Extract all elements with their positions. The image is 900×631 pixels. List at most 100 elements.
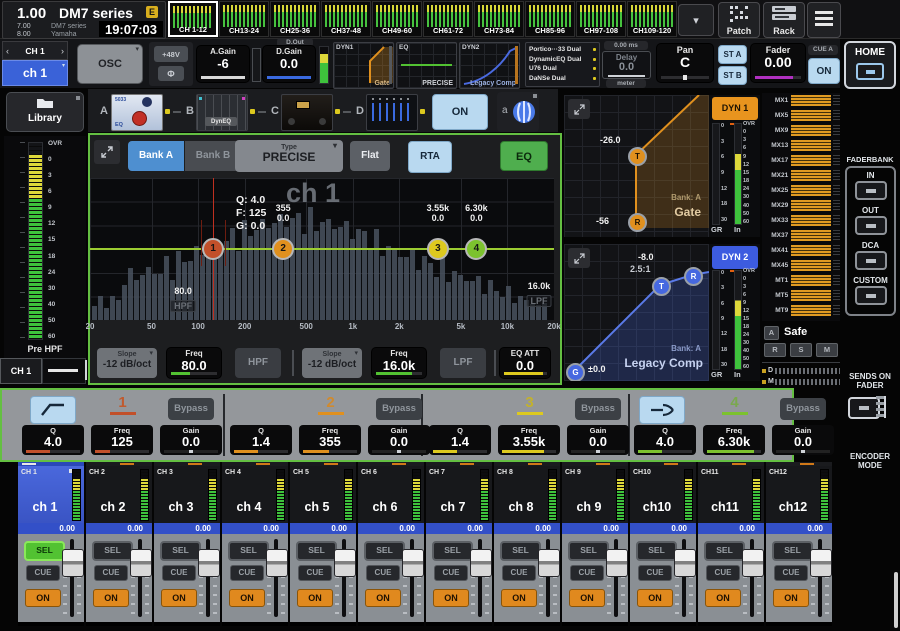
insert-slot-a[interactable]: 5033 EQ (111, 94, 163, 131)
eq-thumbnail[interactable]: EQ PRECISE (396, 42, 457, 89)
rack-button[interactable]: Rack (763, 2, 805, 38)
channel-strip[interactable]: CH 7 ch 7 0.00 SEL CUE ON (426, 462, 492, 626)
bank-a-tab[interactable]: Bank A (128, 141, 184, 171)
strip-header[interactable]: CH 3 ch 3 (154, 466, 220, 523)
strip-on-button[interactable]: ON (501, 589, 537, 607)
channel-strip[interactable]: CH 6 ch 6 0.00 SEL CUE ON (358, 462, 424, 626)
strip-header[interactable]: CH 6 ch 6 (358, 466, 424, 523)
strip-sel-button[interactable]: SEL (500, 541, 541, 561)
insert-on-button[interactable]: ON (432, 94, 488, 130)
lpf-freq-box[interactable]: Freq 16.0k (372, 348, 426, 378)
flat-button[interactable]: Flat (350, 141, 390, 171)
left-channel-tab[interactable]: CH 1 (0, 358, 42, 384)
strip-fader-cap[interactable] (334, 549, 356, 577)
strip-on-button[interactable]: ON (433, 589, 469, 607)
strip-sel-button[interactable]: SEL (704, 541, 745, 561)
band-gain-box[interactable]: Gain0.0 (160, 425, 222, 455)
insert-slot-c[interactable] (281, 94, 333, 131)
meter-bank-tab[interactable]: CH13-24 (219, 1, 269, 37)
strip-header[interactable]: CH 7 ch 7 (426, 466, 492, 523)
channel-strip[interactable]: CH11 ch11 0.00 SEL CUE ON (698, 462, 764, 626)
lpf-on-button[interactable]: LPF (440, 348, 486, 378)
strip-cue-button[interactable]: CUE (638, 565, 672, 581)
comp-gain-handle[interactable]: G (566, 363, 585, 381)
meter-bank-tab[interactable]: CH61-72 (423, 1, 473, 37)
strip-sel-button[interactable]: SEL (568, 541, 609, 561)
hpf-marker[interactable]: 80.0 HPF (170, 286, 196, 314)
comp-expand-button[interactable] (568, 248, 590, 268)
comp-threshold-handle[interactable]: T (652, 277, 671, 296)
safe-a-badge[interactable]: A (764, 326, 779, 340)
strip-cue-button[interactable]: CUE (94, 565, 128, 581)
eq-band-handle-1[interactable]: 1 (202, 238, 224, 260)
faderbank-item-button[interactable] (855, 251, 887, 270)
meter-bank-tab[interactable]: CH73-84 (474, 1, 524, 37)
strip-sel-button[interactable]: SEL (636, 541, 677, 561)
faderbank-item-button[interactable] (855, 216, 887, 235)
band-q-box[interactable]: Q4.0 (22, 425, 84, 455)
hpf-slope-dropdown[interactable]: Slope -12 dB/oct ▾ (97, 348, 157, 378)
meter-bank-tab[interactable]: CH85-96 (525, 1, 575, 37)
strip-fader-cap[interactable] (810, 549, 832, 577)
eq-graph[interactable]: ch 1 Q: 4.0F: 125G: 0.0 80.0 HPF 16.0k L… (90, 178, 554, 320)
dyn2-button[interactable]: DYN 2 (712, 246, 758, 269)
gate-graph[interactable]: -26.0 T -56 R Bank: A Gate (564, 95, 709, 237)
mute-safe-button[interactable]: M (816, 343, 838, 357)
band-q-box[interactable]: Q1.4 (429, 425, 491, 455)
strip-on-button[interactable]: ON (93, 589, 129, 607)
strip-sel-button[interactable]: SEL (228, 541, 269, 561)
st-b-button[interactable]: ST B (718, 66, 747, 85)
strip-header[interactable]: CH 9 ch 9 (562, 466, 628, 523)
strip-on-button[interactable]: ON (229, 589, 265, 607)
osc-button[interactable]: OSC ▾ (77, 44, 143, 84)
strip-cue-button[interactable]: CUE (162, 565, 196, 581)
recall-safe-button[interactable]: R (764, 343, 786, 357)
fader-value-box[interactable]: Fader 0.00 (751, 44, 805, 82)
faderbank-item[interactable]: IN (847, 171, 894, 200)
band-freq-box[interactable]: Freq355 (299, 425, 361, 455)
band-freq-box[interactable]: Freq125 (91, 425, 153, 455)
strip-fader-cap[interactable] (62, 549, 84, 577)
faderbank-item-button[interactable] (855, 286, 887, 305)
strip-cue-button[interactable]: CUE (502, 565, 536, 581)
scene-display[interactable]: 1.00 DM7 series E 7.00 8.00 DM7 series Y… (2, 1, 166, 39)
delay-box[interactable]: Delay 0.0 (602, 51, 651, 79)
channel-strip[interactable]: CH 1 ch 1 0.00 SEL CUE ON (18, 462, 84, 626)
strip-sel-button[interactable]: SEL (364, 541, 405, 561)
vertical-scrollbar[interactable] (894, 572, 898, 628)
strip-cue-button[interactable]: CUE (774, 565, 808, 581)
strip-header[interactable]: CH 8 ch 8 (494, 466, 560, 523)
channel-strip[interactable]: CH 8 ch 8 0.00 SEL CUE ON (494, 462, 560, 626)
channel-strip[interactable]: CH 5 ch 5 0.00 SEL CUE ON (290, 462, 356, 626)
band-gain-box[interactable]: Gain0.0 (772, 425, 834, 455)
strip-header[interactable]: CH10 ch10 (630, 466, 696, 523)
strip-cue-button[interactable]: CUE (706, 565, 740, 581)
eq-type-dropdown[interactable]: Type PRECISE ▾ (235, 140, 343, 172)
strip-cue-button[interactable]: CUE (298, 565, 332, 581)
channel-on-button[interactable]: ON (808, 58, 840, 84)
eq-expand-button[interactable] (94, 140, 120, 164)
strip-cue-button[interactable]: CUE (366, 565, 400, 581)
strip-on-button[interactable]: ON (569, 589, 605, 607)
plugin-list[interactable]: Portico···33 Dual DynamicEQ Dual U76 Dua… (525, 42, 600, 87)
home-button[interactable]: HOME (844, 41, 896, 89)
strip-header[interactable]: CH12 ch12 (766, 466, 832, 523)
dyn1-button[interactable]: DYN 1 (712, 97, 758, 120)
dyn1-thumbnail[interactable]: DYN1 Gate (333, 42, 394, 89)
strip-fader-cap[interactable] (402, 549, 424, 577)
gate-expand-button[interactable] (568, 99, 590, 119)
solo-safe-button[interactable]: S (790, 343, 812, 357)
strip-on-button[interactable]: ON (161, 589, 197, 607)
band-bypass-button[interactable]: Bypass (376, 398, 422, 420)
gate-threshold-handle[interactable]: T (628, 147, 647, 166)
strip-fader-cap[interactable] (130, 549, 152, 577)
channel-strip[interactable]: CH 2 ch 2 0.00 SEL CUE ON (86, 462, 152, 626)
eq-on-button[interactable]: EQ (500, 141, 548, 171)
band4-filter-type-button[interactable] (639, 396, 685, 424)
band-freq-box[interactable]: Freq3.55k (498, 425, 560, 455)
strip-fader-cap[interactable] (674, 549, 696, 577)
meter-bank-collapse-button[interactable]: ▾ (678, 4, 714, 36)
band-freq-box[interactable]: Freq6.30k (703, 425, 765, 455)
digital-gain-box[interactable]: D.Gain 0.0 (263, 46, 315, 82)
direct-out-block[interactable]: a (497, 92, 539, 132)
